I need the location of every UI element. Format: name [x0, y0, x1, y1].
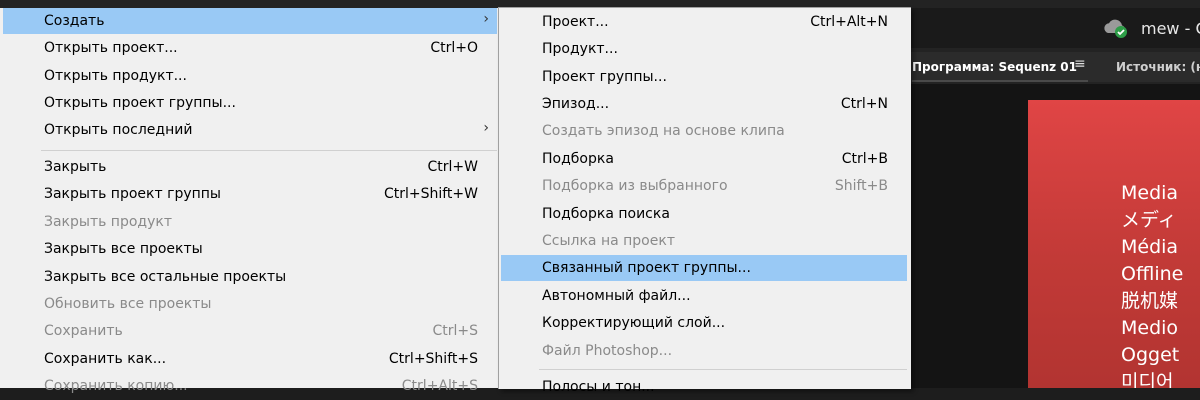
menu-item-label: Сохранить копию...	[44, 378, 188, 394]
menu-item-label: Проект группы...	[542, 69, 667, 85]
menu-item[interactable]: Закрыть Ctrl+W	[3, 154, 497, 180]
submenu-item: Ссылка на проект	[501, 228, 907, 254]
menu-item-label: Связанный проект группы...	[542, 260, 751, 276]
submenu-item[interactable]: Продукт...	[501, 36, 907, 62]
offline-line: Medio	[1121, 317, 1179, 339]
offline-line: 미디어	[1121, 371, 1174, 388]
offline-line: Ogget	[1121, 344, 1180, 366]
offline-line: メディ	[1121, 209, 1177, 231]
submenu-item[interactable]: Проект... Ctrl+Alt+N	[501, 9, 907, 35]
menu-item: Сохранить копию... Ctrl+Alt+S	[3, 373, 497, 399]
menu-item-label: Открыть последний	[44, 122, 193, 138]
menu-item-shortcut: Ctrl+N	[840, 96, 888, 112]
menu-item-shortcut: Ctrl+Shift+W	[383, 186, 478, 202]
menu-item: Обновить все проекты	[3, 291, 497, 317]
menu-item-label: Подборка поиска	[542, 206, 670, 222]
menu-item-shortcut: Ctrl+B	[841, 151, 888, 167]
file-menu: Создать › Открыть проект... Ctrl+O Открыть п…	[0, 8, 499, 394]
menu-item-label: Автономный файл...	[542, 288, 691, 304]
menu-separator	[539, 369, 907, 370]
menu-item-label: Продукт...	[542, 41, 618, 57]
menu-item[interactable]: Открыть продукт...	[3, 63, 497, 89]
menu-item-label: Проект...	[542, 14, 609, 30]
submenu-item: Подборка из выбранного Shift+B	[501, 173, 907, 199]
menu-item-label: Открыть продукт...	[44, 68, 187, 84]
menu-item-shortcut: Ctrl+Alt+S	[401, 378, 478, 394]
menu-item-label: Закрыть продукт	[44, 214, 172, 230]
submenu-item[interactable]: Полосы и тон...	[501, 374, 907, 400]
submenu-item[interactable]: Автономный файл...	[501, 283, 907, 309]
submenu-item[interactable]: Проект группы...	[501, 64, 907, 90]
menu-item-shortcut: Ctrl+S	[432, 323, 478, 339]
menu-item-label: Подборка из выбранного	[542, 178, 728, 194]
menu-item[interactable]: Сохранить как... Ctrl+Shift+S	[3, 346, 497, 372]
offline-line: Offline	[1121, 263, 1184, 285]
menu-item[interactable]: Открыть проект группы...	[3, 90, 497, 116]
menu-item-label: Сохранить как...	[44, 351, 167, 367]
submenu-item: Файл Photoshop...	[501, 338, 907, 364]
menu-item[interactable]: Закрыть проект группы Ctrl+Shift+W	[3, 181, 497, 207]
menu-item-label: Корректирующий слой...	[542, 315, 726, 331]
menu-item-label: Закрыть все проекты	[44, 241, 203, 257]
create-submenu: Проект... Ctrl+Alt+N Продукт... Проект груп…	[498, 7, 911, 395]
menu-item-shortcut: Ctrl+O	[430, 40, 478, 56]
submenu-item[interactable]: Подборка поиска	[501, 201, 907, 227]
menu-item[interactable]: Закрыть все остальные проекты	[3, 264, 497, 290]
menu-item-label: Сохранить	[44, 323, 123, 339]
menu-item-label: Ссылка на проект	[542, 233, 675, 249]
panel-menu-icon[interactable]: ≡	[1074, 56, 1086, 72]
offline-media-frame: Media メディ Média Offline 脱机媒 Medio Ogget 미디어	[1028, 100, 1200, 388]
submenu-arrow-icon: ›	[483, 120, 489, 136]
menu-item-label: Закрыть	[44, 159, 107, 175]
menu-item-shortcut: Shift+B	[834, 178, 888, 194]
active-tab-indicator	[912, 80, 1088, 82]
menu-item-label: Обновить все проекты	[44, 296, 212, 312]
submenu-item[interactable]: Эпизод... Ctrl+N	[501, 91, 907, 117]
menu-item-label: Создать эпизод на основе клипа	[542, 123, 785, 139]
offline-line: Média	[1121, 236, 1179, 258]
submenu-item: Создать эпизод на основе клипа	[501, 118, 907, 144]
menu-item-label: Создать	[44, 13, 105, 29]
menu-item[interactable]: Открыть проект... Ctrl+O	[3, 35, 497, 61]
offline-media-text: Media メディ Média Offline 脱机媒 Medio Ogget 미디어	[1121, 180, 1183, 388]
menu-item: Сохранить Ctrl+S	[3, 318, 497, 344]
menu-item[interactable]: Открыть последний ›	[3, 117, 497, 143]
menu-item-label: Открыть проект группы...	[44, 95, 236, 111]
menu-item-label: Эпизод...	[542, 96, 610, 112]
project-title: mew - C	[1141, 19, 1200, 38]
menu-item-label: Закрыть все остальные проекты	[44, 269, 287, 285]
tab-source-monitor[interactable]: Источник: (не	[1116, 60, 1200, 74]
submenu-item[interactable]: Связанный проект группы...	[501, 255, 907, 281]
menu-item-shortcut: Ctrl+Shift+S	[388, 351, 478, 367]
tab-program-monitor[interactable]: Программа: Sequenz 01	[912, 60, 1077, 74]
menu-item: Закрыть продукт	[3, 209, 497, 235]
submenu-item[interactable]: Корректирующий слой...	[501, 310, 907, 336]
offline-line: Media	[1121, 182, 1179, 204]
creative-cloud-sync-icon[interactable]	[1102, 17, 1128, 39]
menu-item-label: Открыть проект...	[44, 40, 178, 56]
menu-item-label: Файл Photoshop...	[542, 343, 673, 359]
menu-item-label: Закрыть проект группы	[44, 186, 221, 202]
menu-item-shortcut: Ctrl+W	[427, 159, 478, 175]
offline-line: 脱机媒	[1121, 290, 1179, 312]
menu-item-shortcut: Ctrl+Alt+N	[810, 14, 888, 30]
submenu-item[interactable]: Подборка Ctrl+B	[501, 146, 907, 172]
menu-item[interactable]: Закрыть все проекты	[3, 236, 497, 262]
submenu-arrow-icon: ›	[483, 11, 489, 27]
menu-item-label: Подборка	[542, 151, 614, 167]
menu-item[interactable]: Создать ›	[3, 8, 497, 34]
menu-separator	[41, 150, 497, 151]
menu-item-label: Полосы и тон...	[542, 379, 655, 395]
